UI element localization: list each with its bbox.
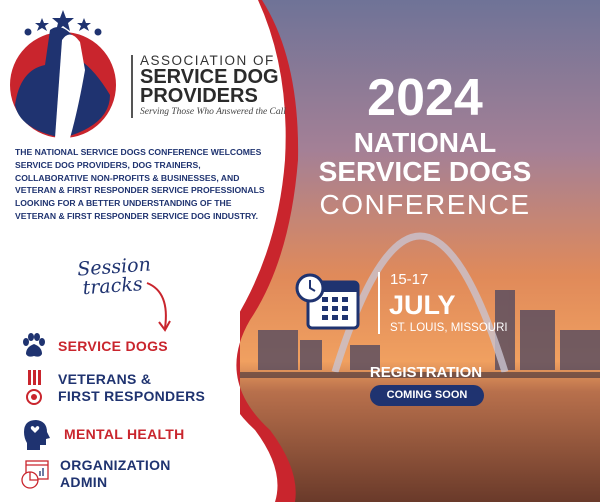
headline-service-dogs: SERVICE DOGS (318, 156, 532, 187)
event-dates: 15-17 (390, 271, 429, 288)
headline-conference: CONFERENCE (319, 189, 531, 220)
event-month: JULY (389, 290, 456, 320)
event-location: ST. LOUIS, MISSOURI (390, 322, 508, 334)
calendar-clock-icon (295, 273, 360, 330)
intro-text: THE NATIONAL SERVICE DOGS CONFERENCE WEL… (15, 147, 265, 221)
headline-national: NATIONAL (353, 127, 497, 158)
coming-soon-badge: COMING SOON (370, 385, 484, 406)
paw-icon (23, 333, 45, 357)
logo-text: ASSOCIATION OF SERVICE DOG PROVIDERS Ser… (140, 53, 286, 117)
track-mental-health: MENTAL HEALTH (20, 418, 185, 450)
logo-emblem (10, 10, 116, 139)
headline-year: 2024 (367, 69, 483, 127)
track-organization-admin: ORGANIZATION ADMIN (20, 457, 171, 491)
logo-divider (131, 55, 133, 118)
session-tracks-heading: Session tracks (76, 253, 152, 300)
track-service-dogs: SERVICE DOGS (20, 333, 168, 359)
arrow-icon (146, 282, 171, 332)
medal-icon (26, 370, 42, 405)
head-heart-icon (24, 420, 50, 450)
event-divider (378, 272, 380, 334)
registration-label: REGISTRATION (369, 364, 483, 381)
chart-icon (21, 460, 49, 489)
track-veterans: VETERANS & FIRST RESPONDERS (20, 370, 205, 406)
